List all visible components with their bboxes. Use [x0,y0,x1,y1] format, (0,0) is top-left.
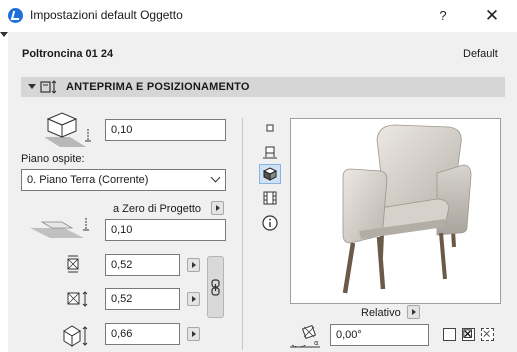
host-story-value: 0. Piano Terra (Corrente) [27,174,149,186]
host-story-select[interactable]: 0. Piano Terra (Corrente) [21,169,226,191]
mirror-x-checkbox[interactable] [462,328,475,341]
info-icon[interactable] [259,213,281,233]
rotation-angle-icon: α [290,324,320,348]
elevation-field[interactable]: 0,10 [105,119,226,141]
project-zero-plane-icon [30,218,89,238]
depth-field[interactable]: 0,52 [105,288,180,310]
preview-position-icon [40,80,57,94]
collapse-arrow-icon[interactable] [28,84,36,89]
proportion-link-toggle[interactable] [207,256,224,318]
default-label: Default [463,48,498,60]
depth-menu-button[interactable] [187,292,200,306]
mirror-none-checkbox[interactable] [443,328,456,341]
relative-menu-button[interactable] [407,305,420,319]
section-header-preview-positioning[interactable]: ANTEPRIMA E POSIZIONAMENTO [21,77,505,97]
dock-marker-icon [0,32,8,37]
section-view-icon[interactable] [259,142,281,162]
window-title: Impostazioni default Oggetto [30,8,183,22]
chain-link-icon [211,279,220,296]
archicad-logo-icon [8,8,23,23]
svg-text:α: α [314,339,319,347]
project-zero-field[interactable]: 0,10 [105,219,226,241]
3d-view-icon[interactable] [259,164,281,184]
close-button[interactable]: ✕ [480,6,504,26]
height-field[interactable]: 0,66 [105,323,180,345]
relative-label: Relativo [361,307,401,319]
width-menu-button[interactable] [187,258,200,272]
depth-dimension-icon [67,291,88,307]
elevation-film-icon[interactable] [259,188,281,208]
mirror-y-checkbox[interactable] [481,328,494,341]
armchair-preview-image [342,124,472,294]
reference-menu-button[interactable] [211,201,224,215]
reference-label: a Zero di Progetto [113,203,202,215]
height-menu-button[interactable] [187,327,200,341]
rotation-angle-field[interactable]: 0,00° [330,324,429,346]
object-preview[interactable] [290,118,501,304]
floor-plan-icon[interactable] [259,118,281,138]
object-name: Poltroncina 01 24 [22,48,114,60]
title-bar: Impostazioni default Oggetto ? ✕ [0,0,517,32]
chevron-down-icon [210,172,221,183]
help-button[interactable]: ? [433,6,453,26]
host-story-label: Piano ospite: [21,153,85,165]
height-dimension-icon [63,325,88,347]
vertical-divider [242,118,243,350]
elevation-box-icon [44,112,91,147]
width-field[interactable]: 0,52 [105,254,180,276]
width-dimension-icon [67,255,79,273]
section-title: ANTEPRIMA E POSIZIONAMENTO [66,81,250,93]
